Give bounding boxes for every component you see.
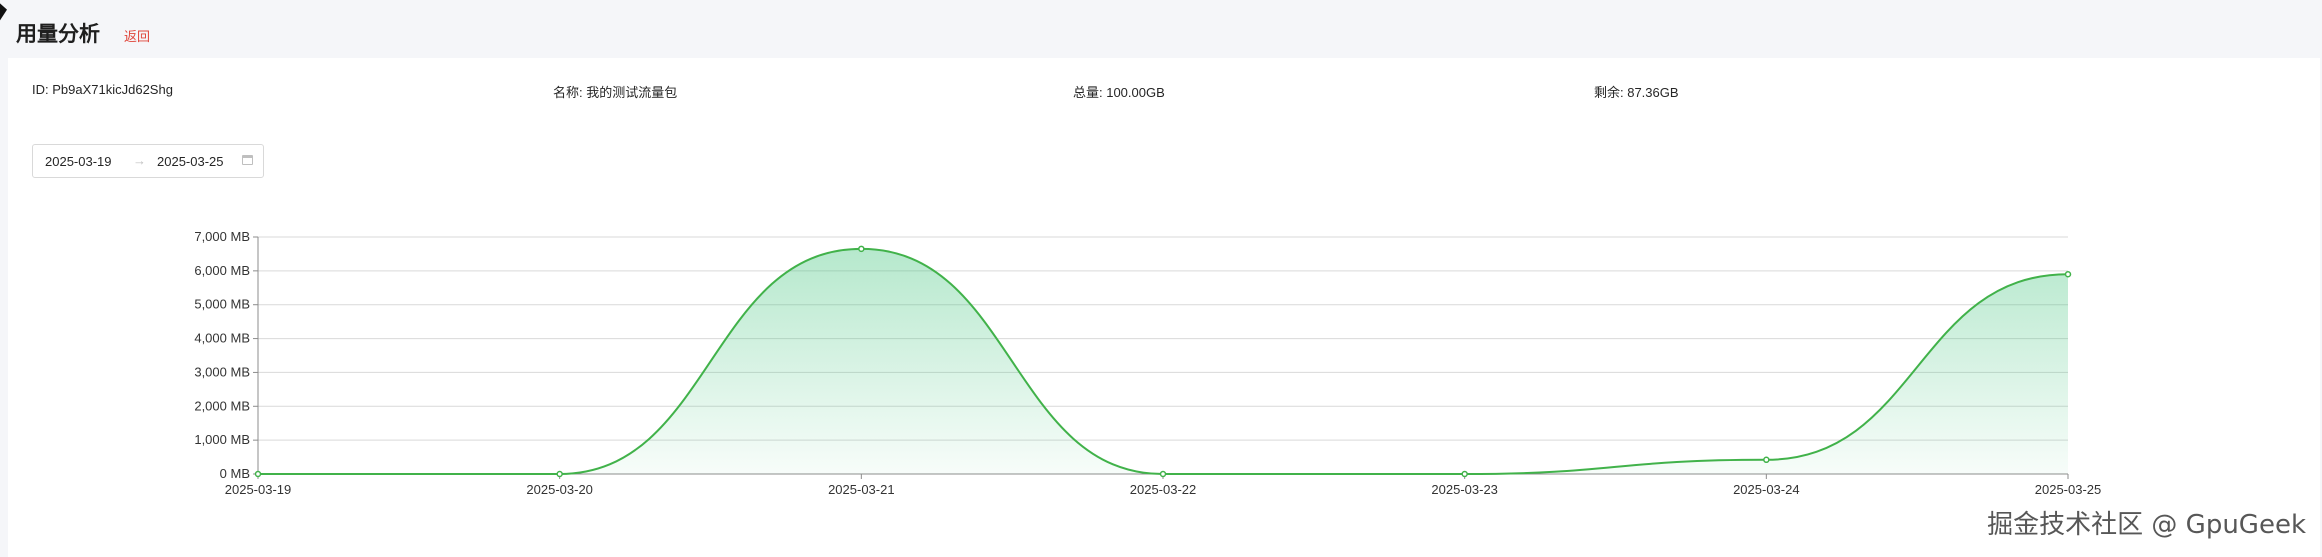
usage-chart: 0 MB 1,000 MB 2,000 MB 3,000 MB 4,000 MB 5,00… <box>194 229 2102 497</box>
data-point <box>2064 270 2072 278</box>
mouse-cursor-icon <box>0 3 7 24</box>
data-point <box>556 470 563 478</box>
page-title: 用量分析 <box>16 23 100 46</box>
data-point <box>254 470 262 478</box>
y-tick-label: 4,000 MB <box>194 331 250 346</box>
x-tick-label: 2025-03-20 <box>526 482 593 497</box>
data-point <box>1159 470 1167 478</box>
back-link[interactable]: 返回 <box>124 26 150 45</box>
y-tick-label: 2,000 MB <box>194 398 250 413</box>
x-tick-label: 2025-03-21 <box>828 482 895 497</box>
y-tick-label: 5,000 MB <box>194 297 250 312</box>
y-tick-label: 1,000 MB <box>194 432 250 447</box>
x-tick-label: 2025-03-24 <box>1733 482 1800 497</box>
data-point <box>858 245 865 253</box>
y-tick-label: 0 MB <box>220 466 250 481</box>
usage-card: ID: Pb9aX71kicJd62Shg 名称: 我的测试流量包 总量: 10… <box>8 58 2320 557</box>
y-tick-label: 6,000 MB <box>194 263 250 278</box>
data-point <box>1461 470 1468 478</box>
x-tick-label: 2025-03-25 <box>2035 482 2102 497</box>
x-tick-label: 2025-03-19 <box>225 482 292 497</box>
y-tick-label: 3,000 MB <box>194 364 250 379</box>
y-tick-label: 7,000 MB <box>194 229 250 244</box>
page-header: 用量分析 返回 <box>16 18 150 48</box>
data-point <box>1763 456 1770 464</box>
x-tick-label: 2025-03-23 <box>1431 482 1498 497</box>
x-tick-label: 2025-03-22 <box>1130 482 1197 497</box>
watermark: 掘金技术社区 @ GpuGeek <box>1987 510 2306 540</box>
